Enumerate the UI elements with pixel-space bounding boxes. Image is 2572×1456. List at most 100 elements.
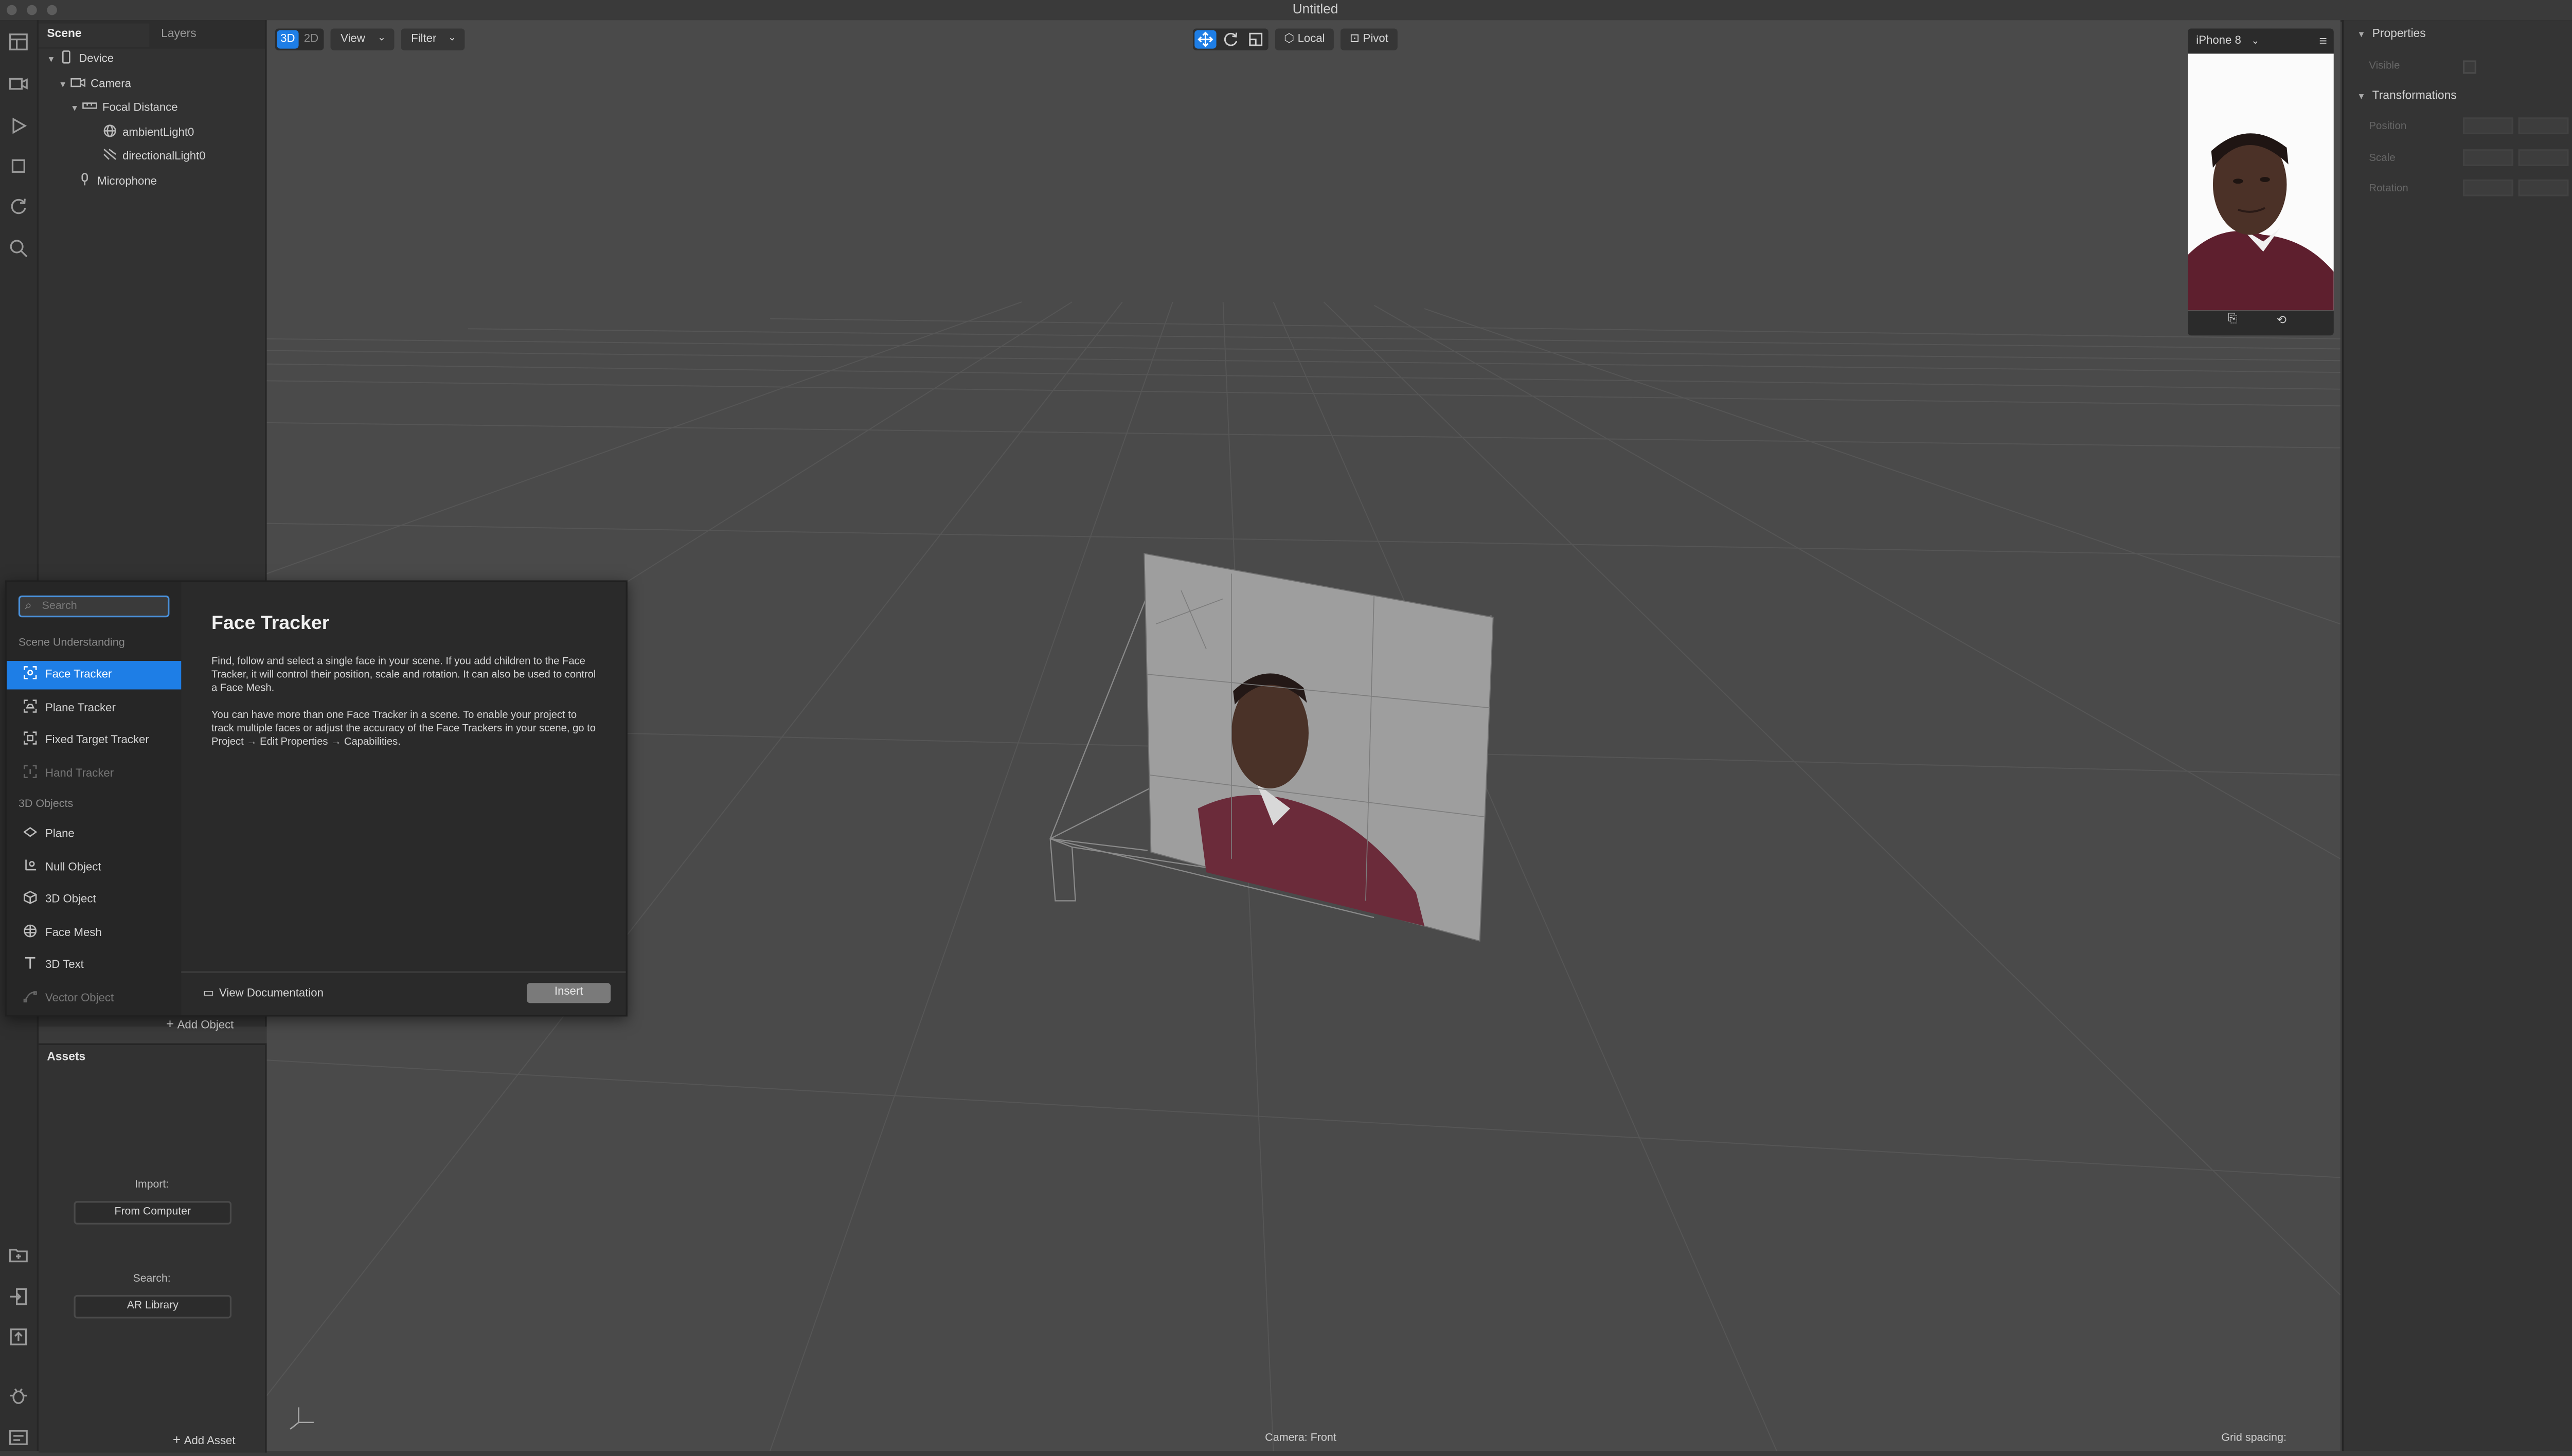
divider: [181, 971, 626, 973]
item-label: Plane Tracker: [45, 703, 116, 715]
tree-item-label: directionalLight0: [122, 151, 206, 163]
rotation-label: Rotation: [2369, 183, 2408, 195]
item-3d-text[interactable]: 3D Text: [7, 951, 181, 979]
rotate-tool-icon[interactable]: [1220, 30, 1241, 49]
play-icon[interactable]: [8, 114, 28, 134]
chevron-down-icon: ⌄: [448, 33, 457, 44]
face-mesh-icon: [24, 921, 37, 938]
transform-tools: [1192, 28, 1269, 50]
tree-item-focal-distance[interactable]: ▼ Focal Distance: [70, 97, 178, 119]
filter-menu[interactable]: Filter ⌄: [401, 28, 465, 50]
mode-2d-button[interactable]: 2D: [300, 30, 322, 49]
cube-icon: [23, 887, 37, 904]
item-face-tracker[interactable]: Face Tracker: [7, 661, 182, 690]
tree-item-device[interactable]: ▼ Device: [47, 49, 114, 70]
item-label: 3D Object: [45, 894, 96, 906]
screenshot-icon[interactable]: ⎘: [2228, 314, 2245, 331]
console-icon[interactable]: [8, 1426, 28, 1446]
item-null-object[interactable]: Null Object: [7, 854, 181, 882]
mode-3d-button[interactable]: 3D: [277, 30, 299, 49]
object-list: ⌕ Search Scene Understanding Face Tracke…: [7, 582, 182, 1015]
properties-section[interactable]: ▼ Properties: [2357, 28, 2425, 40]
item-label: Face Tracker: [45, 669, 112, 681]
tree-item-directional-light[interactable]: directionalLight0: [102, 146, 206, 168]
rotation-y-field[interactable]: [2518, 179, 2569, 196]
pivot-button[interactable]: ⊡ Pivot: [1340, 28, 1398, 50]
bug-icon[interactable]: [8, 1384, 28, 1404]
ar-library-button[interactable]: AR Library: [74, 1295, 232, 1319]
pivot-icon: ⊡: [1349, 33, 1360, 46]
camera-icon: [70, 76, 86, 89]
search-icon: ⌕: [25, 600, 32, 613]
insert-button[interactable]: Insert: [527, 983, 611, 1003]
mode-toggle: 3D 2D: [275, 28, 324, 50]
visible-checkbox[interactable]: [2462, 60, 2476, 74]
add-object-button[interactable]: + Add Object: [166, 1016, 234, 1031]
search-field[interactable]: ⌕ Search: [18, 595, 170, 618]
item-label: Hand Tracker: [45, 768, 114, 780]
position-x-field[interactable]: [2462, 117, 2513, 134]
chevron-down-icon[interactable]: ▼: [47, 50, 59, 72]
position-label: Position: [2369, 120, 2407, 133]
search-icon[interactable]: [8, 237, 28, 258]
detail-description-1: Find, follow and select a single face in…: [211, 656, 596, 695]
stop-icon[interactable]: [8, 154, 28, 174]
target-tracker-icon: [23, 728, 37, 745]
plus-icon: +: [166, 1016, 174, 1032]
add-asset-button[interactable]: + Add Asset: [173, 1432, 236, 1447]
device-selector-label: iPhone 8: [2196, 35, 2241, 47]
tab-scene[interactable]: Scene: [39, 23, 150, 47]
move-tool-icon[interactable]: [1194, 30, 1217, 49]
filter-menu-label: Filter: [411, 33, 437, 46]
item-label: Plane: [45, 829, 75, 841]
view-documentation-link[interactable]: ▭ View Documentation: [203, 986, 324, 1000]
device-selector[interactable]: iPhone 8 ⌄: [2196, 32, 2259, 50]
rotate-device-icon[interactable]: ⟲: [2277, 314, 2294, 331]
layout-icon[interactable]: [8, 30, 28, 50]
text-icon: [24, 953, 37, 969]
rotation-x-field[interactable]: [2462, 179, 2513, 196]
tree-item-label: Focal Distance: [102, 102, 178, 114]
tab-layers-label: Layers: [161, 28, 197, 41]
new-folder-icon[interactable]: [8, 1243, 28, 1263]
search-label: Search:: [133, 1273, 171, 1285]
tree-item-label: ambientLight0: [122, 127, 194, 139]
tree-item-ambient-light[interactable]: ambientLight0: [102, 122, 194, 144]
scale-y-field[interactable]: [2518, 149, 2569, 166]
item-plane-tracker[interactable]: Plane Tracker: [7, 694, 181, 723]
view-menu[interactable]: View ⌄: [330, 28, 395, 50]
chevron-down-icon: ▼: [2357, 30, 2366, 41]
transformations-section[interactable]: ▼ Transformations: [2357, 91, 2456, 102]
tree-item-camera[interactable]: ▼ Camera: [59, 74, 131, 96]
cube-icon: ⬡: [1284, 33, 1295, 46]
category-scene-understanding: Scene Understanding: [18, 637, 125, 650]
item-plane[interactable]: Plane: [7, 820, 181, 849]
item-label: Fixed Target Tracker: [45, 734, 149, 747]
plus-icon: +: [172, 1432, 181, 1448]
tab-layers[interactable]: Layers: [153, 24, 263, 47]
position-y-field[interactable]: [2518, 117, 2569, 134]
preview-screen: [2187, 53, 2334, 311]
chevron-down-icon[interactable]: ▼: [59, 76, 70, 97]
phone-icon: [59, 50, 74, 64]
directional-light-icon: [102, 148, 117, 161]
properties-panel: ▼ Properties Visible ▼ Transformations Pos…: [2342, 20, 2572, 1451]
from-computer-button[interactable]: From Computer: [74, 1201, 232, 1225]
local-space-button[interactable]: ⬡ Local: [1275, 28, 1334, 50]
scale-tool-icon[interactable]: [1245, 30, 1266, 49]
item-label: Vector Object: [45, 993, 114, 1005]
item-face-mesh[interactable]: Face Mesh: [7, 919, 181, 947]
item-fixed-target-tracker[interactable]: Fixed Target Tracker: [7, 726, 181, 754]
tree-item-label: Microphone: [97, 176, 157, 188]
export-icon[interactable]: [8, 1325, 28, 1345]
item-3d-object[interactable]: 3D Object: [7, 886, 181, 914]
menu-icon[interactable]: ≡: [2319, 32, 2327, 50]
chevron-down-icon[interactable]: ▼: [70, 99, 82, 120]
import-icon[interactable]: [8, 1285, 28, 1305]
refresh-icon[interactable]: [8, 194, 28, 214]
view-menu-label: View: [341, 33, 365, 46]
plane-tracker-icon: [23, 696, 37, 713]
tree-item-microphone[interactable]: Microphone: [77, 171, 157, 193]
video-icon[interactable]: [8, 72, 28, 92]
scale-x-field[interactable]: [2462, 149, 2513, 166]
